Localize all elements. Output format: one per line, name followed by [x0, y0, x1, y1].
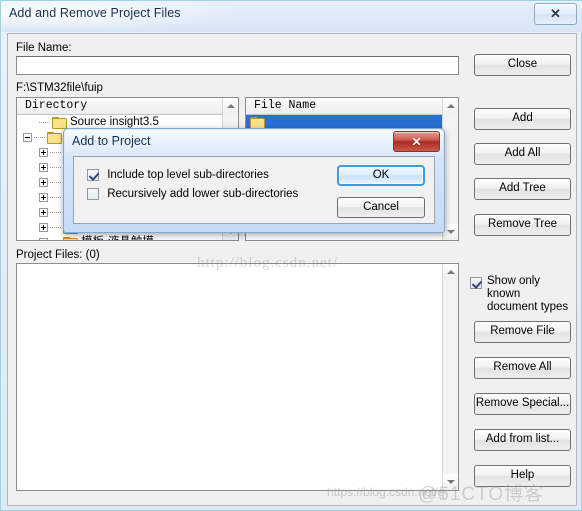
- cancel-button[interactable]: Cancel: [337, 197, 425, 218]
- add-tree-button[interactable]: Add Tree: [474, 178, 571, 200]
- tree-expander-plus-icon[interactable]: [39, 208, 48, 217]
- project-files-label: Project Files: (0): [16, 249, 100, 261]
- title-bar: Add and Remove Project Files ✕: [1, 1, 582, 32]
- tree-expander-plus-icon[interactable]: [39, 223, 48, 232]
- scroll-up-icon[interactable]: [443, 98, 458, 114]
- close-icon: ✕: [411, 134, 422, 149]
- include-top-level-label: Include top level sub-directories: [107, 169, 269, 181]
- show-known-types-checkbox[interactable]: [470, 277, 482, 289]
- remove-tree-button[interactable]: Remove Tree: [474, 214, 571, 236]
- tree-connector-icon: [39, 122, 51, 123]
- tree-connector-icon: [50, 227, 62, 228]
- scroll-up-icon[interactable]: [223, 98, 238, 114]
- window-close-button[interactable]: ✕: [534, 3, 577, 25]
- file-name-input[interactable]: [16, 56, 459, 75]
- add-all-button[interactable]: Add All: [474, 143, 571, 165]
- show-known-types-label-line2: document types: [487, 301, 569, 313]
- directory-panel-header: Directory: [17, 98, 223, 115]
- recursive-add-label: Recursively add lower sub-directories: [107, 188, 299, 200]
- folder-icon: [52, 116, 67, 129]
- scroll-up-icon[interactable]: [443, 264, 458, 280]
- application-window: Add and Remove Project Files ✕ File Name…: [0, 0, 582, 511]
- tree-connector-icon: [50, 182, 62, 183]
- tree-connector-icon: [50, 212, 62, 213]
- show-known-types-checkbox-row[interactable]: Show only known document types: [470, 275, 576, 313]
- window-frame: Add and Remove Project Files ✕ File Name…: [0, 0, 582, 511]
- modal-title: Add to Project: [72, 134, 151, 148]
- tree-connector-icon: [34, 137, 46, 138]
- folder-icon: [250, 116, 265, 129]
- dialog-client-area: File Name: F:\STM32file\fuip Directory S…: [7, 33, 577, 506]
- project-files-scrollbar[interactable]: [442, 264, 458, 490]
- include-top-level-checkbox-row[interactable]: Include top level sub-directories: [87, 169, 269, 181]
- ok-button[interactable]: OK: [337, 165, 425, 186]
- folder-icon: [47, 131, 62, 144]
- recursive-add-checkbox[interactable]: [87, 188, 99, 200]
- help-button[interactable]: Help: [474, 465, 571, 487]
- project-files-list[interactable]: [17, 264, 443, 490]
- tree-item-label: Source insight3.5: [70, 116, 159, 128]
- remove-special-button[interactable]: Remove Special...: [474, 393, 571, 415]
- folder-icon: [63, 236, 78, 240]
- tree-expander-plus-icon[interactable]: [39, 148, 48, 157]
- tree-connector-icon: [50, 197, 62, 198]
- show-known-types-label-line1: Show only known: [487, 275, 541, 300]
- file-name-panel-header: File Name: [246, 98, 443, 115]
- tree-expander-plus-icon[interactable]: [39, 193, 48, 202]
- add-to-project-dialog: Add to Project ✕ Include top level sub-d…: [63, 128, 445, 233]
- modal-close-button[interactable]: ✕: [393, 131, 440, 152]
- tree-expander-minus-icon[interactable]: [23, 133, 32, 142]
- tree-expander-plus-icon[interactable]: [39, 238, 48, 240]
- scroll-down-icon[interactable]: [443, 224, 458, 240]
- remove-file-button[interactable]: Remove File: [474, 321, 571, 343]
- include-top-level-checkbox[interactable]: [87, 169, 99, 181]
- tree-connector-icon: [50, 167, 62, 168]
- tree-expander-plus-icon[interactable]: [39, 178, 48, 187]
- close-icon: ✕: [550, 6, 561, 21]
- add-button[interactable]: Add: [474, 108, 571, 130]
- tree-item-label: 模板·液晶触摸: [81, 236, 154, 240]
- tree-expander-plus-icon[interactable]: [39, 163, 48, 172]
- modal-body: Include top level sub-directories Recurs…: [73, 156, 435, 224]
- close-button[interactable]: Close: [474, 54, 571, 76]
- current-path-label: F:\STM32file\fuip: [16, 82, 103, 94]
- add-from-list-button[interactable]: Add from list...: [474, 429, 571, 451]
- tree-item[interactable]: 模板·液晶触摸: [17, 235, 223, 240]
- remove-all-button[interactable]: Remove All: [474, 357, 571, 379]
- window-title: Add and Remove Project Files: [9, 6, 181, 20]
- scroll-down-icon[interactable]: [443, 474, 458, 490]
- project-files-panel[interactable]: [16, 263, 459, 491]
- tree-connector-icon: [50, 152, 62, 153]
- file-name-label: File Name:: [16, 42, 72, 54]
- recursive-add-checkbox-row[interactable]: Recursively add lower sub-directories: [87, 188, 298, 200]
